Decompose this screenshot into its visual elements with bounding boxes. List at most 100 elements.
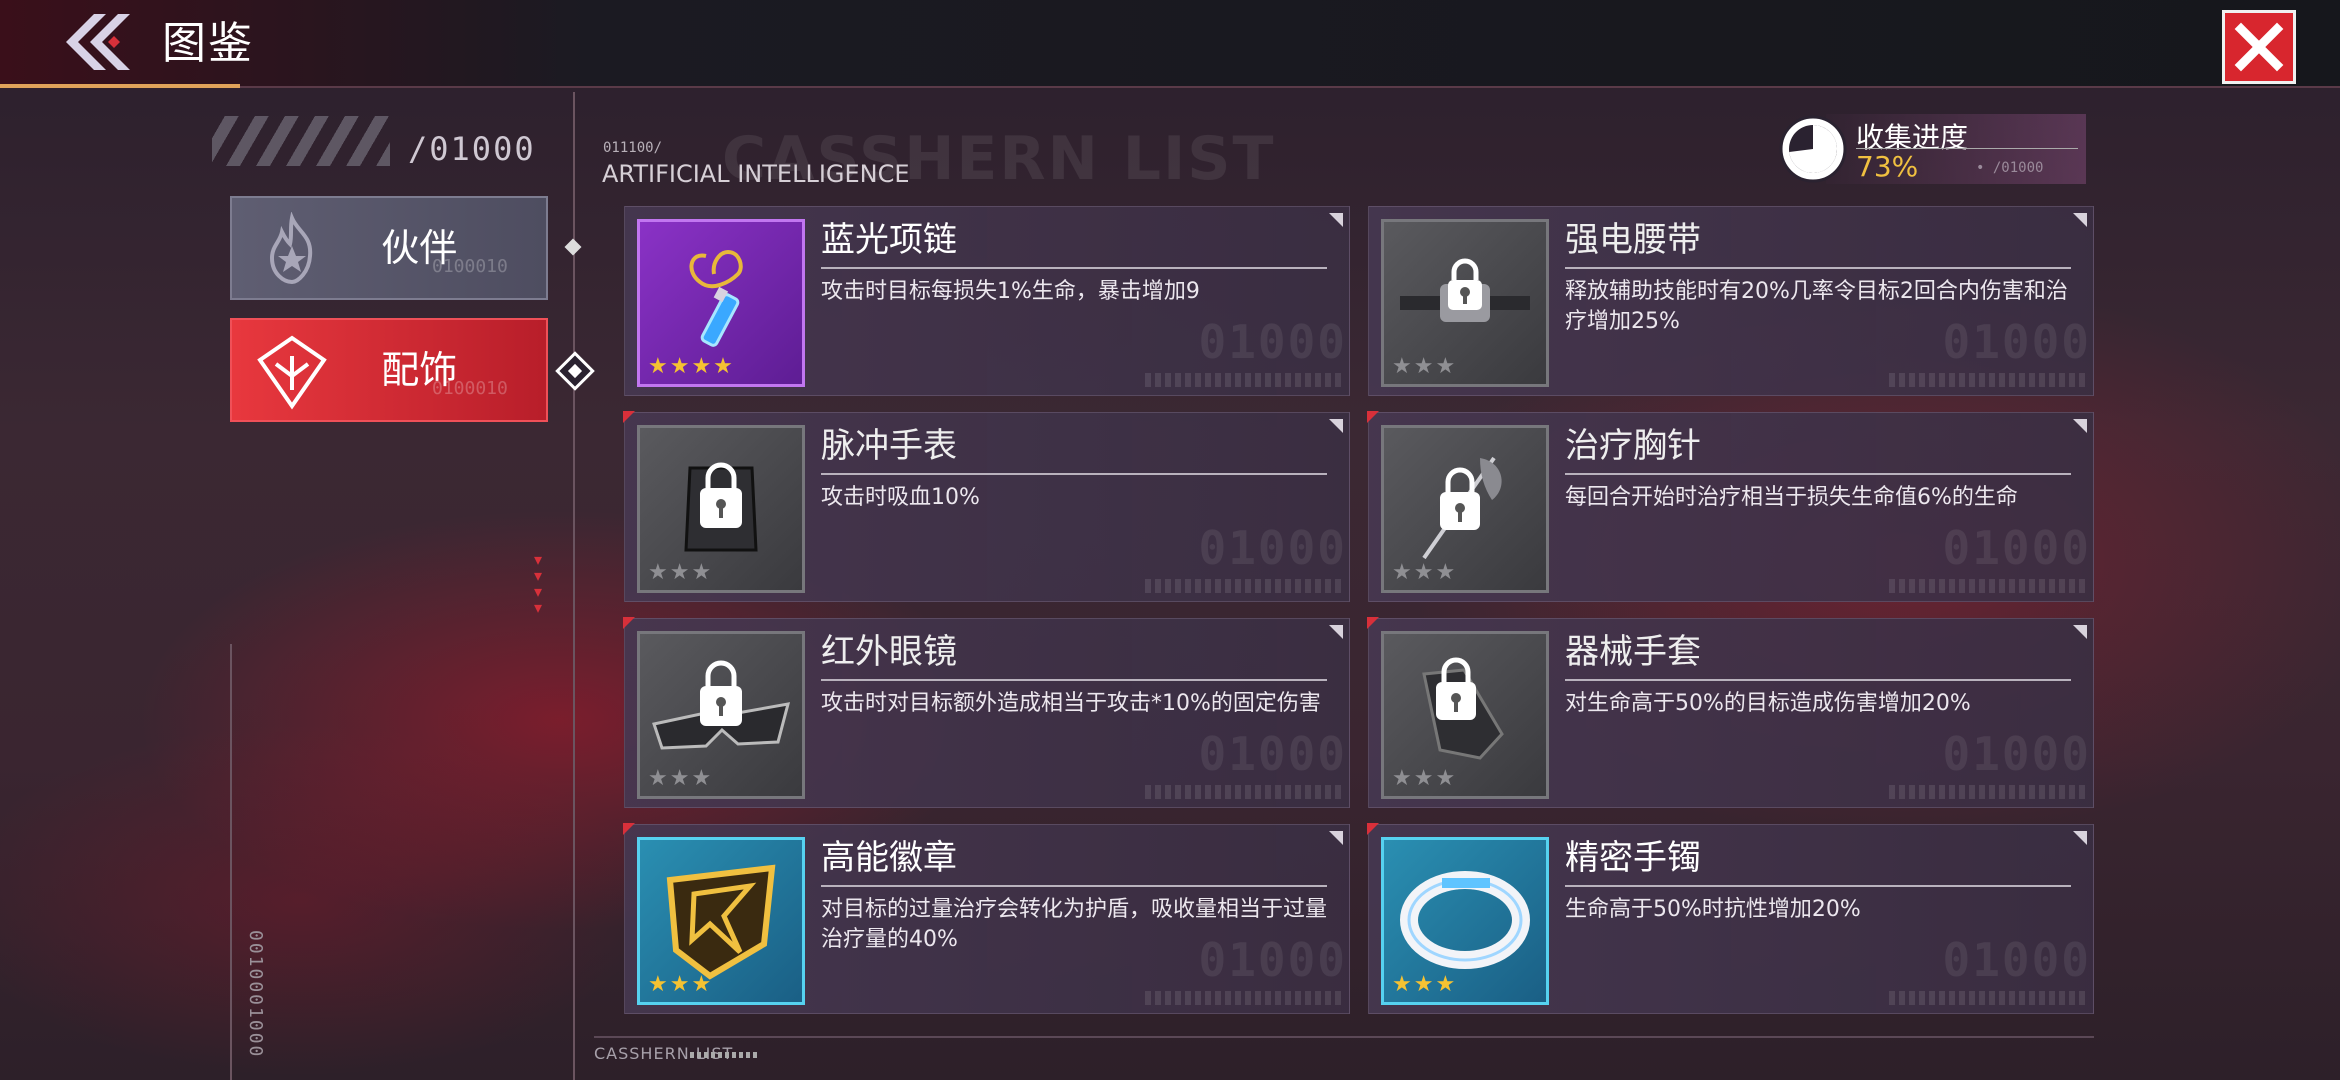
item-description: 攻击时目标每损失1%生命，暴击增加9	[821, 279, 1200, 304]
card-decoration	[1889, 373, 2089, 387]
card-decoration	[1145, 579, 1345, 593]
item-card[interactable]: ★★★ 脉冲手表 攻击时吸血10% 01000	[623, 411, 1350, 602]
collection-progress: 收集进度 73% • /01000	[1778, 114, 2086, 184]
item-card[interactable]: ★★★ 治疗胸针 每回合开始时治疗相当于损失生命值6%的生命 01000	[1367, 411, 2094, 602]
item-description: 对生命高于50%的目标造成伤害增加20%	[1565, 691, 1971, 716]
tab-accessory[interactable]: 配饰 0100010	[230, 318, 548, 422]
card-corner	[1329, 831, 1343, 845]
rarity-stars: ★★★	[1392, 766, 1458, 791]
rarity-stars: ★★★	[648, 766, 714, 791]
card-corner	[1329, 625, 1343, 639]
item-card[interactable]: ★★★ 器械手套 对生命高于50%的目标造成伤害增加20% 01000	[1367, 617, 2094, 808]
item-watermark: 01000	[1198, 727, 1347, 781]
card-corner	[2073, 213, 2087, 227]
collection-count: /01000	[408, 130, 536, 168]
card-decoration	[1889, 785, 2089, 799]
tab-indicator	[564, 238, 582, 256]
card-corner	[2073, 625, 2087, 639]
item-card[interactable]: ★★★ 高能徽章 对目标的过量治疗会转化为护盾，吸收量相当于过量治疗量的40% …	[623, 823, 1350, 1014]
footer-decoration	[690, 1052, 760, 1058]
progress-rule	[1856, 148, 2078, 149]
item-name-rule	[821, 267, 1327, 269]
double-chevron-left-icon	[66, 14, 130, 70]
page-title: 图鉴	[162, 18, 254, 69]
rarity-stars: ★★★	[648, 972, 714, 997]
item-name-rule	[1565, 267, 2071, 269]
rarity-stars: ★★★★	[648, 354, 735, 379]
card-corner-accent	[1367, 411, 1379, 423]
card-decoration	[1145, 785, 1345, 799]
item-watermark: 01000	[1198, 521, 1347, 575]
item-thumbnail: ★★★	[1381, 425, 1549, 593]
item-name: 蓝光项链	[821, 220, 957, 260]
progress-value: 73%	[1856, 150, 1919, 183]
item-name-rule	[821, 885, 1327, 887]
card-corner-accent	[1367, 823, 1379, 835]
tab-partner[interactable]: 伙伴 0100010	[230, 196, 548, 300]
item-watermark: 01000	[1942, 727, 2091, 781]
tab-accessory-watermark: 0100010	[432, 378, 508, 399]
item-name: 高能徽章	[821, 838, 957, 878]
card-corner-accent	[623, 617, 635, 629]
footer-divider	[594, 1036, 2094, 1038]
back-button[interactable]	[58, 10, 138, 74]
item-card[interactable]: ★★★ 红外眼镜 攻击时对目标额外造成相当于攻击*10%的固定伤害 01000	[623, 617, 1350, 808]
tab-partner-watermark: 0100010	[432, 256, 508, 277]
item-thumbnail: ★★★	[637, 631, 805, 799]
card-decoration	[1145, 373, 1345, 387]
item-thumbnail: ★★★	[637, 837, 805, 1005]
item-name: 强电腰带	[1565, 220, 1701, 260]
rarity-stars: ★★★	[1392, 354, 1458, 379]
item-name-rule	[821, 679, 1327, 681]
close-button[interactable]	[2222, 10, 2296, 84]
item-thumbnail: ★★★	[1381, 837, 1549, 1005]
list-subtitle: ARTIFICIAL INTELLIGENCE	[602, 160, 910, 188]
item-watermark: 01000	[1942, 933, 2091, 987]
item-watermark: 01000	[1198, 933, 1347, 987]
card-corner	[2073, 831, 2087, 845]
card-decoration	[1889, 991, 2089, 1005]
item-watermark: 01000	[1198, 315, 1347, 369]
close-icon	[2234, 22, 2284, 72]
card-corner-accent	[623, 823, 635, 835]
item-description: 每回合开始时治疗相当于损失生命值6%的生命	[1565, 485, 2018, 510]
item-name: 脉冲手表	[821, 426, 957, 466]
item-watermark: 01000	[1942, 315, 2091, 369]
side-code: 0010001000	[245, 930, 266, 1059]
item-card[interactable]: ★★★ 精密手镯 生命高于50%时抗性增加20% 01000	[1367, 823, 2094, 1014]
card-corner	[2073, 419, 2087, 433]
card-corner	[1329, 419, 1343, 433]
item-thumbnail: ★★★	[1381, 219, 1549, 387]
flame-icon	[254, 211, 330, 288]
decorative-stripes	[212, 116, 390, 166]
item-name-rule	[1565, 885, 2071, 887]
rarity-stars: ★★★	[648, 560, 714, 585]
card-corner-accent	[623, 411, 635, 423]
top-bar-accent	[0, 84, 240, 88]
side-divider	[230, 644, 232, 1080]
item-name-rule	[1565, 473, 2071, 475]
item-thumbnail: ★★★★	[637, 219, 805, 387]
item-name-rule	[1565, 679, 2071, 681]
item-description: 攻击时吸血10%	[821, 485, 980, 510]
item-name: 治疗胸针	[1565, 426, 1701, 466]
item-name: 精密手镯	[1565, 838, 1701, 878]
card-corner	[1329, 213, 1343, 227]
rarity-stars: ★★★	[1392, 560, 1458, 585]
item-card[interactable]: ★★★ 强电腰带 释放辅助技能时有20%几率令目标2回合内伤害和治疗增加25% …	[1368, 206, 2094, 396]
item-name: 红外眼镜	[821, 632, 957, 672]
card-decoration	[1145, 991, 1345, 1005]
progress-pie-icon	[1779, 115, 1847, 183]
scroll-arrows-icon: ▾ ▾ ▾ ▾	[534, 550, 543, 617]
item-card[interactable]: ★★★★ 蓝光项链 攻击时目标每损失1%生命，暴击增加9 01000	[624, 206, 1350, 396]
item-watermark: 01000	[1942, 521, 2091, 575]
item-thumbnail: ★★★	[637, 425, 805, 593]
progress-code: • /01000	[1976, 160, 2044, 176]
item-name-rule	[821, 473, 1327, 475]
top-bar-divider	[240, 86, 2340, 88]
rarity-stars: ★★★	[1392, 972, 1458, 997]
card-decoration	[1889, 579, 2089, 593]
emblem-icon	[254, 334, 330, 410]
item-description: 攻击时对目标额外造成相当于攻击*10%的固定伤害	[821, 691, 1321, 716]
item-description: 生命高于50%时抗性增加20%	[1565, 897, 1861, 922]
